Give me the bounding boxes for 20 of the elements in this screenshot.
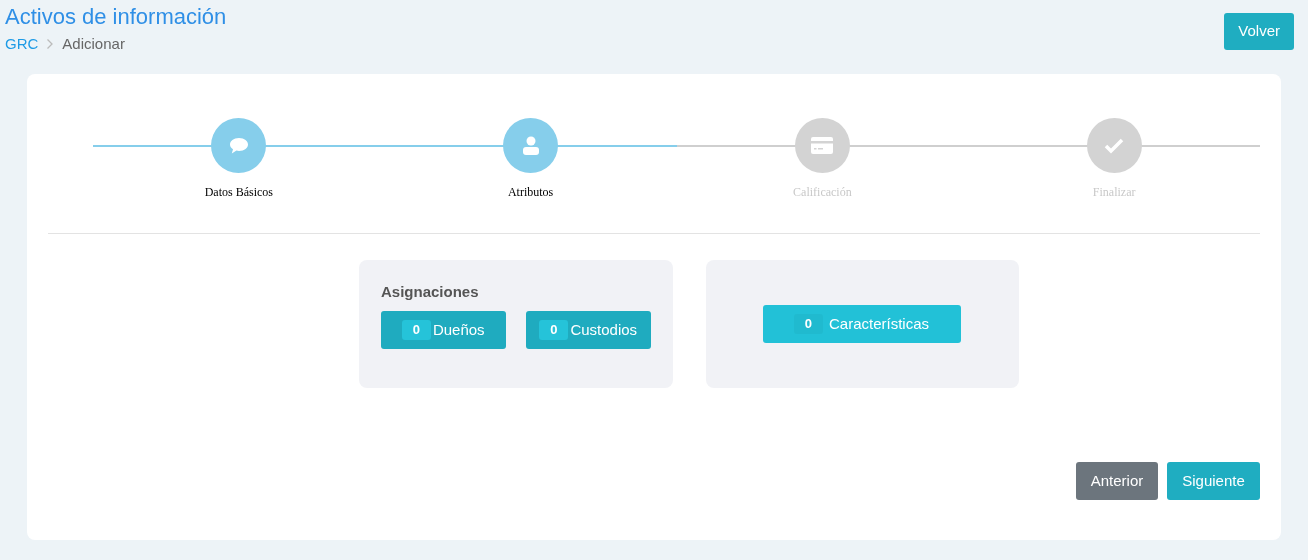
- assignment-button[interactable]: 0 Dueños: [381, 311, 506, 349]
- page-title: Activos de información: [5, 4, 227, 30]
- chat-icon: [227, 135, 250, 156]
- chevron-right-icon: [46, 38, 55, 51]
- breadcrumb-link[interactable]: GRC: [5, 33, 39, 56]
- count-badge: 0: [401, 320, 431, 340]
- user-icon: [520, 134, 541, 157]
- back-button[interactable]: Volver: [1224, 13, 1294, 50]
- count-badge: 0: [539, 320, 569, 340]
- assignment-button[interactable]: 0 Custodios: [525, 311, 651, 349]
- next-button[interactable]: Siguiente: [1167, 462, 1260, 500]
- check-icon: [1103, 136, 1126, 155]
- breadcrumb-current: Adicionar: [62, 34, 125, 54]
- card-icon: [810, 136, 835, 155]
- step-label: Datos Básicos: [204, 184, 274, 201]
- count-badge: 0: [794, 314, 823, 334]
- step-label: Atributos: [507, 184, 554, 201]
- panel-title: Asignaciones: [381, 283, 480, 301]
- characteristics-button[interactable]: 0 Características: [762, 305, 961, 343]
- previous-button[interactable]: Anterior: [1076, 462, 1158, 500]
